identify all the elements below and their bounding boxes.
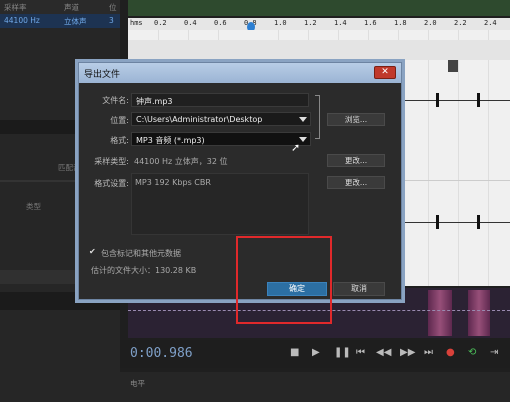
ruler-tick: 1.0 xyxy=(274,19,287,27)
file-sample-rate: 44100 Hz xyxy=(4,16,40,25)
ruler-tick: 0.4 xyxy=(184,19,197,27)
ruler-tick: 0.2 xyxy=(154,19,167,27)
dialog-title: 导出文件 xyxy=(84,70,121,80)
pin-icon[interactable] xyxy=(448,60,458,72)
list-header-type[interactable]: 类型 xyxy=(26,201,41,212)
chevron-down-icon xyxy=(299,117,307,122)
ruler-tick: 1.2 xyxy=(304,19,317,27)
ruler-tick: 1.4 xyxy=(334,19,347,27)
file-bits: 3 xyxy=(109,16,114,25)
ruler-tick: 2.0 xyxy=(424,19,437,27)
format-settings-label: 格式设置: xyxy=(94,179,129,188)
column-channels[interactable]: 声道 xyxy=(64,2,79,13)
include-markers-checkbox[interactable]: ✔ xyxy=(89,247,96,256)
filename-input[interactable]: 钟声.mp3 xyxy=(131,93,309,107)
format-dropdown[interactable]: MP3 音频 (*.mp3) xyxy=(131,132,311,146)
sample-type-label: 采样类型: xyxy=(94,157,129,166)
skip-icon[interactable]: ⇥ xyxy=(490,347,498,358)
files-panel-header: 采样率 声道 位 xyxy=(0,0,120,14)
ruler-tick: 2.4 xyxy=(484,19,497,27)
location-dropdown[interactable]: C:\Users\Administrator\Desktop xyxy=(131,112,311,126)
format-settings-box: MP3 192 Kbps CBR xyxy=(131,173,309,235)
ruler-unit: hms xyxy=(130,19,143,27)
browse-button[interactable]: 浏览... xyxy=(327,113,385,126)
rewind-icon[interactable]: ◀◀ xyxy=(376,347,391,358)
change-format-settings-button[interactable]: 更改... xyxy=(327,176,385,189)
track-controls-strip xyxy=(128,40,510,60)
format-label: 格式: xyxy=(110,136,129,145)
timeline-ruler[interactable]: hms 0.2 0.4 0.6 0.8 1.0 1.2 1.4 1.6 1.8 … xyxy=(128,18,510,30)
ruler-tick: 2.2 xyxy=(454,19,467,27)
ruler-tick: 1.8 xyxy=(394,19,407,27)
ruler-tick: 0.6 xyxy=(214,19,227,27)
time-display: 0:00.986 xyxy=(130,346,193,361)
loop-icon[interactable]: ⟲ xyxy=(468,347,476,358)
format-settings-value: MP3 192 Kbps CBR xyxy=(135,178,211,187)
record-icon[interactable]: ● xyxy=(446,347,455,358)
spectral-burst xyxy=(428,290,452,336)
close-button[interactable]: ✕ xyxy=(374,66,396,79)
location-label: 位置: xyxy=(110,116,129,125)
estimated-size: 估计的文件大小：130.28 KB xyxy=(91,266,197,275)
highlight-annotation xyxy=(236,236,332,324)
pause-icon[interactable]: ❚❚ xyxy=(334,347,351,358)
filename-label: 文件名: xyxy=(102,96,129,105)
waveform-peak xyxy=(436,93,439,107)
waveform-peak xyxy=(477,93,480,107)
spectral-burst xyxy=(468,290,490,336)
to-start-icon[interactable]: ⏮ xyxy=(356,347,365,358)
stop-icon[interactable]: ■ xyxy=(290,347,299,358)
cancel-button[interactable]: 取消 xyxy=(333,282,385,296)
to-end-icon[interactable]: ⏭ xyxy=(424,347,433,358)
waveform-peak xyxy=(436,215,439,229)
include-markers-label: 包含标记和其他元数据 xyxy=(101,249,181,258)
levels-panel: 电平 xyxy=(120,372,510,402)
track-header-strip xyxy=(128,0,510,16)
format-value: MP3 音频 (*.mp3) xyxy=(136,136,205,145)
change-sample-type-button[interactable]: 更改... xyxy=(327,154,385,167)
bracket-decoration xyxy=(315,95,320,139)
file-row[interactable]: 44100 Hz 立体声 3 xyxy=(0,14,120,28)
play-icon[interactable]: ▶ xyxy=(312,347,320,358)
column-bits[interactable]: 位 xyxy=(109,2,117,13)
column-sample-rate[interactable]: 采样率 xyxy=(4,2,27,13)
sample-type-value: 44100 Hz 立体声，32 位 xyxy=(134,157,228,166)
dialog-title-bar[interactable]: 导出文件 ✕ xyxy=(79,63,401,83)
levels-label: 电平 xyxy=(130,379,145,388)
ruler-tick: 1.6 xyxy=(364,19,377,27)
mouse-cursor-icon: ➚ xyxy=(291,141,301,154)
location-value: C:\Users\Administrator\Desktop xyxy=(136,115,263,124)
waveform-peak xyxy=(477,215,480,229)
fast-forward-icon[interactable]: ▶▶ xyxy=(400,347,415,358)
file-channels: 立体声 xyxy=(64,17,87,26)
